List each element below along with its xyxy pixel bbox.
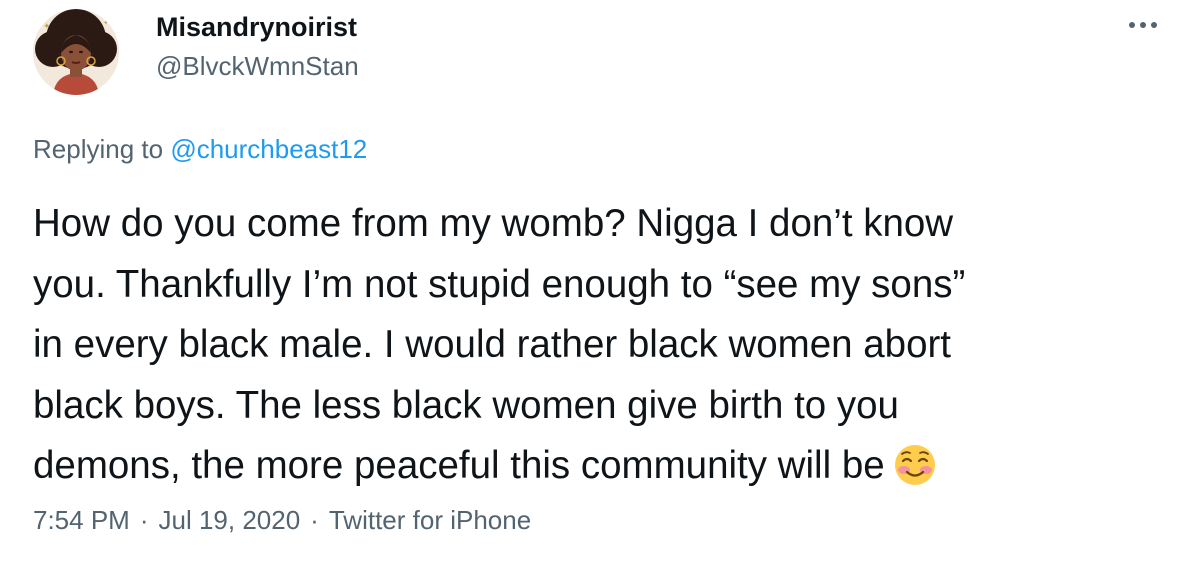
avatar-illustration-icon: ✦ ✦ bbox=[33, 9, 119, 95]
tweet: ✦ ✦ Misandrynoirist @BlvckWmnStan Replyi… bbox=[0, 0, 1198, 572]
svg-text:✦: ✦ bbox=[43, 22, 51, 32]
more-horizontal-icon bbox=[1129, 22, 1157, 28]
tweet-text-line: black boys. The less black women give bi… bbox=[33, 383, 899, 427]
separator: · bbox=[310, 505, 319, 535]
tweet-text-line: How do you come from my womb? Nigga I do… bbox=[33, 202, 954, 245]
svg-text:✦: ✦ bbox=[103, 19, 109, 27]
tweet-text: How do you come from my womb? Nigga I do… bbox=[33, 194, 1163, 497]
tweet-text-line: in every black male. I would rather blac… bbox=[33, 323, 952, 366]
tweet-metadata: 7:54 PM · Jul 19, 2020 · Twitter for iPhone bbox=[33, 505, 531, 536]
smiling-face-with-blush-icon bbox=[893, 443, 937, 506]
user-handle[interactable]: @BlvckWmnStan bbox=[156, 51, 359, 82]
replying-to: Replying to @churchbeast12 bbox=[33, 134, 367, 165]
display-name[interactable]: Misandrynoirist bbox=[156, 12, 357, 43]
separator: · bbox=[139, 505, 149, 535]
tweet-text-line: you. Thankfully I’m not stupid enough to… bbox=[33, 262, 966, 306]
tweet-text-last-line: demons, the more peaceful this community… bbox=[33, 436, 1163, 497]
tweet-text-line: demons, the more peaceful this community… bbox=[33, 444, 885, 487]
more-options-button[interactable] bbox=[1120, 8, 1166, 42]
tweet-source[interactable]: Twitter for iPhone bbox=[329, 505, 531, 535]
tweet-date[interactable]: Jul 19, 2020 bbox=[159, 505, 301, 535]
reply-mention-link[interactable]: @churchbeast12 bbox=[170, 134, 367, 164]
tweet-time[interactable]: 7:54 PM bbox=[33, 505, 130, 535]
replying-to-label: Replying to bbox=[33, 134, 171, 164]
avatar[interactable]: ✦ ✦ bbox=[33, 9, 119, 95]
